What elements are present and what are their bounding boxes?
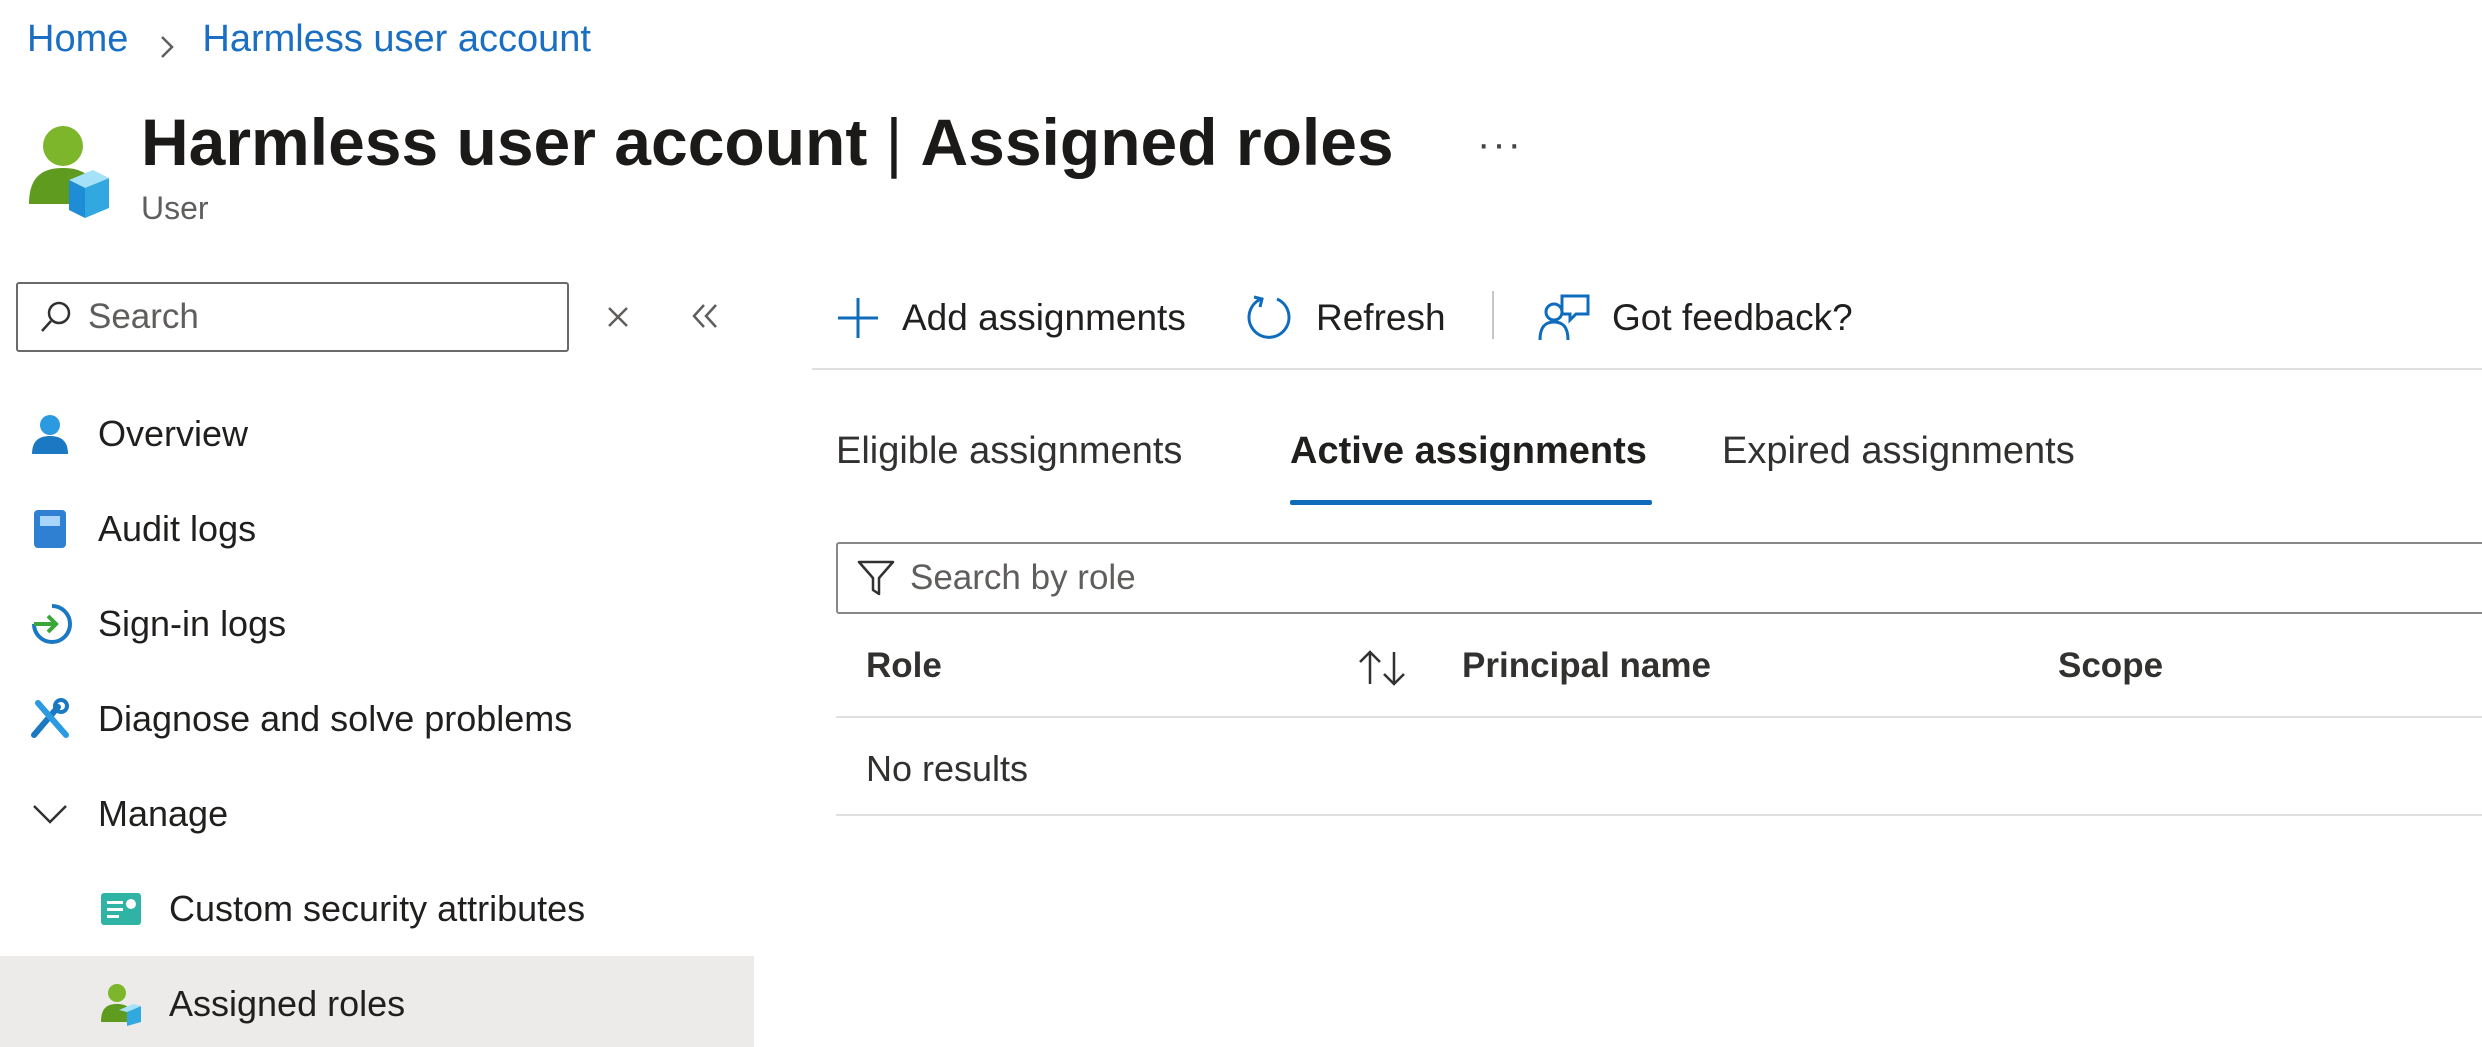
sidebar-search-box[interactable]: [16, 282, 569, 352]
sidebar-item-label: Audit logs: [98, 507, 257, 549]
page-title: Harmless user account | Assigned roles: [141, 100, 1394, 184]
tab-eligible-assignments[interactable]: Eligible assignments: [836, 430, 1182, 473]
feedback-button[interactable]: Got feedback?: [1538, 282, 1853, 354]
close-icon: [608, 307, 628, 327]
sidebar-search-input[interactable]: [88, 297, 548, 337]
attributes-icon: [97, 885, 145, 933]
breadcrumb: Home Harmless user account: [27, 18, 591, 61]
table-empty-row: No results: [836, 720, 2482, 816]
more-options-button[interactable]: ···: [1477, 122, 1523, 167]
sidebar-item-custom-security-attributes[interactable]: Custom security attributes: [0, 861, 754, 956]
table-header: Role Principal name Scope: [836, 630, 2482, 718]
sidebar-item-diagnose[interactable]: Diagnose and solve problems: [0, 671, 754, 766]
refresh-icon: [1247, 295, 1291, 339]
sidebar-item-label: Sign-in logs: [98, 602, 287, 644]
wrench-icon: [26, 695, 74, 743]
active-tab-indicator: [1290, 500, 1652, 505]
sort-icon[interactable]: [1356, 648, 1408, 693]
no-results-text: No results: [866, 748, 1029, 789]
column-header-role[interactable]: Role: [866, 646, 942, 686]
page-title-separator: |: [885, 105, 903, 179]
page-title-name: Harmless user account: [141, 105, 868, 179]
feedback-label: Got feedback?: [1612, 297, 1853, 338]
sign-in-icon: [26, 600, 74, 648]
user-icon: [26, 410, 74, 458]
toolbar-divider-line: [812, 368, 2482, 370]
sidebar-item-label: Custom security attributes: [169, 887, 586, 929]
sidebar-item-label: Diagnose and solve problems: [98, 697, 573, 739]
toolbar-divider: [1492, 291, 1494, 339]
sidebar-group-manage[interactable]: Manage: [0, 766, 754, 861]
sidebar-item-label: Manage: [98, 792, 229, 834]
page-title-section: Assigned roles: [920, 105, 1394, 179]
plus-icon: [838, 298, 878, 338]
add-assignments-button[interactable]: Add assignments: [836, 282, 1186, 354]
filter-icon: [857, 560, 895, 596]
sidebar-item-assigned-roles[interactable]: Assigned roles: [0, 956, 754, 1047]
refresh-button[interactable]: Refresh: [1244, 282, 1446, 354]
breadcrumb-user-link[interactable]: Harmless user account: [202, 18, 591, 61]
tab-expired-assignments[interactable]: Expired assignments: [1722, 430, 2075, 473]
search-icon: [41, 301, 71, 332]
tab-active-assignments[interactable]: Active assignments: [1290, 430, 1647, 473]
refresh-label: Refresh: [1316, 297, 1446, 338]
role-filter-box[interactable]: [836, 542, 2482, 614]
user-with-cube-icon: [27, 124, 111, 228]
role-filter-input[interactable]: [910, 558, 2410, 598]
clear-search-button[interactable]: [604, 303, 632, 336]
column-header-scope[interactable]: Scope: [2058, 646, 2163, 686]
breadcrumb-home-link[interactable]: Home: [27, 18, 128, 61]
sidebar-item-sign-in-logs[interactable]: Sign-in logs: [0, 576, 754, 671]
feedback-icon: [1538, 294, 1590, 341]
sidebar-item-label: Assigned roles: [169, 982, 406, 1024]
column-header-principal-name[interactable]: Principal name: [1462, 646, 1711, 686]
page-header: Harmless user account | Assigned roles Use…: [27, 100, 1521, 228]
chevron-down-icon: [26, 790, 74, 838]
double-chevron-left-icon: [692, 304, 717, 328]
page-subtitle: User: [141, 190, 209, 226]
sidebar-item-audit-logs[interactable]: Audit logs: [0, 481, 754, 576]
book-icon: [26, 505, 74, 553]
title-block: Harmless user account | Assigned roles Use…: [141, 100, 1394, 227]
sidebar-item-overview[interactable]: Overview: [0, 386, 754, 481]
chevron-right-icon: [154, 27, 180, 58]
assigned-roles-icon: [97, 980, 145, 1028]
sidebar-nav: Overview Audit logs Sign-in logs Diagnos…: [0, 386, 754, 1047]
collapse-sidebar-button[interactable]: [690, 301, 720, 336]
sidebar-item-label: Overview: [98, 412, 249, 454]
add-assignments-label: Add assignments: [902, 297, 1186, 338]
